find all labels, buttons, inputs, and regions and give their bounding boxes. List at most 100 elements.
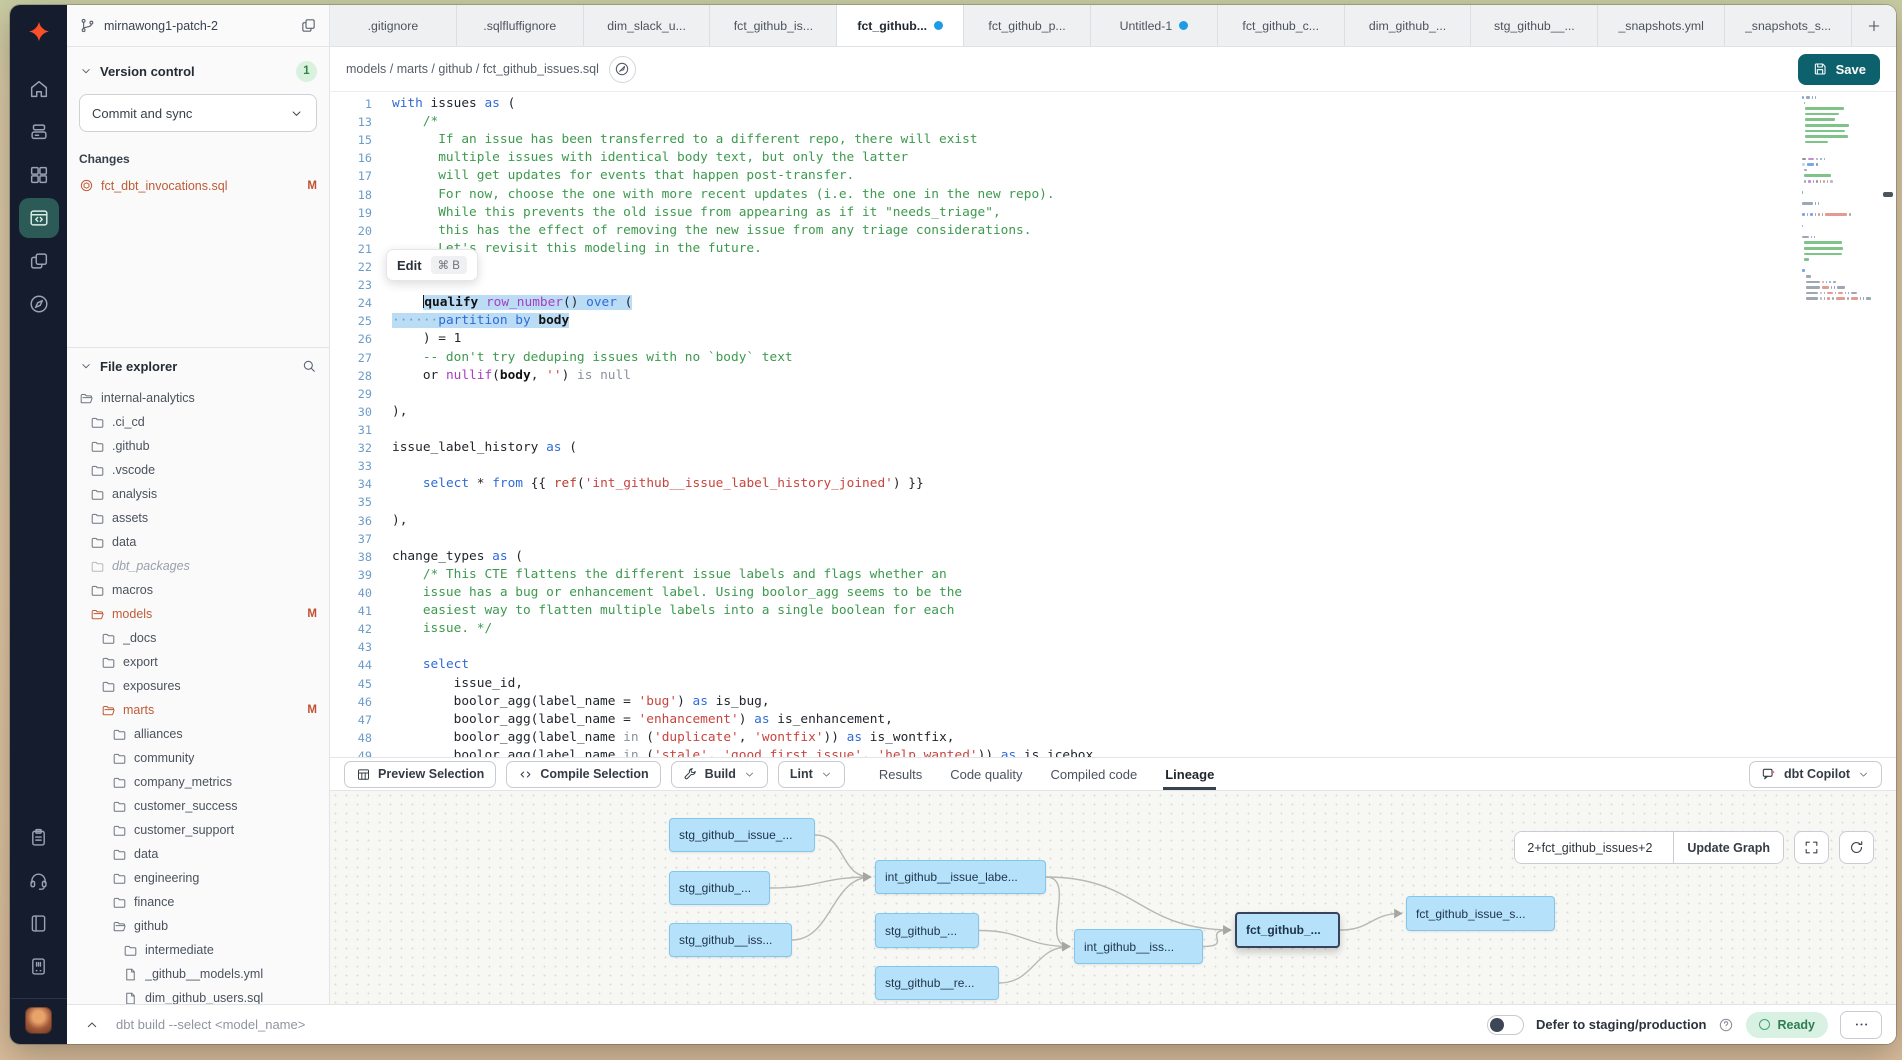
file-tree-item[interactable]: customer_success <box>67 794 329 818</box>
file-tree-item[interactable]: assets <box>67 506 329 530</box>
editor-tab[interactable]: fct_github... <box>837 5 964 46</box>
tab-label: dim_slack_u... <box>607 19 686 33</box>
user-avatar[interactable] <box>25 1007 52 1034</box>
lineage-panel: stg_github__issue_... stg_github_... stg_g… <box>330 791 1896 1004</box>
lineage-node[interactable]: stg_github_... <box>669 871 770 905</box>
file-tree-item[interactable]: company_metrics <box>67 770 329 794</box>
defer-toggle[interactable] <box>1487 1015 1524 1035</box>
command-input[interactable] <box>116 1017 1474 1032</box>
panel-tab-lineage[interactable]: Lineage <box>1165 758 1214 790</box>
copilot-badge-icon[interactable] <box>609 56 636 83</box>
rail-item-notes-clipboard[interactable] <box>19 817 59 857</box>
save-button[interactable]: Save <box>1798 54 1880 85</box>
file-tree-item[interactable]: alliances <box>67 722 329 746</box>
file-tree-item[interactable]: export <box>67 650 329 674</box>
editor-tab[interactable]: fct_github_p... <box>964 5 1091 46</box>
copy-icon[interactable] <box>300 17 317 34</box>
file-tree-item[interactable]: dim_github_users.sql <box>67 986 329 1004</box>
rail-item-support-headset[interactable] <box>19 860 59 900</box>
file-tree-item[interactable]: modelsM <box>67 602 329 626</box>
lineage-node[interactable]: int_github__issue_labe... <box>875 860 1046 894</box>
file-tree-item[interactable]: exposures <box>67 674 329 698</box>
file-tree-item[interactable]: customer_support <box>67 818 329 842</box>
commit-and-sync-button[interactable]: Commit and sync <box>79 94 317 132</box>
scrollbar-thumb[interactable] <box>1883 192 1893 197</box>
more-options-button[interactable] <box>1840 1011 1882 1039</box>
editor-tab[interactable]: fct_github_c... <box>1218 5 1345 46</box>
file-tree-item[interactable]: internal-analytics <box>67 386 329 410</box>
editor-tab[interactable]: dim_github_... <box>1345 5 1472 46</box>
editor-tab[interactable]: .sqlfluffignore <box>457 5 584 46</box>
code-editor[interactable]: 1with issues as (13 /*15 If an issue has… <box>330 92 1896 757</box>
editor-tab[interactable]: _snapshots.yml <box>1598 5 1725 46</box>
fullscreen-button[interactable] <box>1794 831 1829 864</box>
editor-tab[interactable]: stg_github__... <box>1471 5 1598 46</box>
file-tree-item[interactable]: engineering <box>67 866 329 890</box>
file-tree-item[interactable]: data <box>67 842 329 866</box>
dbt-copilot-button[interactable]: dbt Copilot <box>1749 761 1882 788</box>
preview-selection-button[interactable]: Preview Selection <box>344 761 496 788</box>
file-tree-item[interactable]: dbt_packages <box>67 554 329 578</box>
rail-item-deploy-windows[interactable] <box>19 241 59 281</box>
file-explorer-title: File explorer <box>100 359 294 374</box>
chevron-down-icon[interactable] <box>79 359 93 373</box>
help-icon[interactable] <box>1718 1017 1734 1033</box>
editor-tab[interactable]: Untitled-1 <box>1091 5 1218 46</box>
panel-tab-results[interactable]: Results <box>879 758 922 790</box>
lineage-node[interactable]: int_github__iss... <box>1074 929 1203 964</box>
line-number: 34 <box>330 475 392 493</box>
search-icon[interactable] <box>301 358 317 374</box>
file-tree-item[interactable]: .github <box>67 434 329 458</box>
lineage-node[interactable]: stg_github__issue_... <box>669 818 815 852</box>
lineage-node[interactable]: stg_github__iss... <box>669 923 792 957</box>
file-tree-item[interactable]: macros <box>67 578 329 602</box>
edit-tooltip[interactable]: Edit ⌘ B <box>386 249 478 281</box>
file-tree-item[interactable]: _docs <box>67 626 329 650</box>
file-tree-item[interactable]: _github__models.yml <box>67 962 329 986</box>
code-line: 1with issues as ( <box>330 95 1896 113</box>
file-tree-item[interactable]: .ci_cd <box>67 410 329 434</box>
code-line: 37 <box>330 530 1896 548</box>
lineage-node[interactable]: stg_github__re... <box>875 966 999 1000</box>
tab-label: stg_github__... <box>1494 19 1575 33</box>
file-tree-item[interactable]: .vscode <box>67 458 329 482</box>
file-tree-item[interactable]: intermediate <box>67 938 329 962</box>
new-tab-button[interactable] <box>1852 5 1896 46</box>
update-graph-button[interactable]: Update Graph <box>1673 832 1783 863</box>
save-icon <box>1812 61 1828 77</box>
lint-button[interactable]: Lint <box>778 761 845 788</box>
file-tree-item[interactable]: github <box>67 914 329 938</box>
compile-selection-button[interactable]: Compile Selection <box>506 761 660 788</box>
file-tree-item[interactable]: data <box>67 530 329 554</box>
rail-item-docs-book[interactable] <box>19 903 59 943</box>
rail-divider <box>11 998 67 999</box>
rail-item-home[interactable] <box>19 69 59 109</box>
file-tree-item[interactable]: finance <box>67 890 329 914</box>
rail-item-projects-grid[interactable] <box>19 155 59 195</box>
lineage-node[interactable]: stg_github_... <box>875 913 979 948</box>
rail-item-orchestration-compass[interactable] <box>19 284 59 324</box>
editor-tab[interactable]: .gitignore <box>330 5 457 46</box>
lineage-selector-input[interactable] <box>1515 832 1673 863</box>
minimap[interactable] <box>1802 96 1880 303</box>
wrench-icon <box>683 767 698 782</box>
editor-tab[interactable]: dim_slack_u... <box>584 5 711 46</box>
chevron-down-icon[interactable] <box>79 64 93 78</box>
editor-tab[interactable]: _snapshots_s... <box>1725 5 1852 46</box>
rail-item-ide[interactable] <box>19 198 59 238</box>
panel-tab-compiled-code[interactable]: Compiled code <box>1050 758 1137 790</box>
file-tree-item[interactable]: martsM <box>67 698 329 722</box>
changed-file-item[interactable]: fct_dbt_invocations.sql M <box>79 178 317 193</box>
lineage-node[interactable]: fct_github_issue_s... <box>1406 896 1555 931</box>
file-tree-item[interactable]: analysis <box>67 482 329 506</box>
rail-item-changelog-kiosk[interactable] <box>19 946 59 986</box>
rail-item-environments[interactable] <box>19 112 59 152</box>
file-tree-item[interactable]: community <box>67 746 329 770</box>
build-button[interactable]: Build <box>671 761 768 788</box>
file-name: finance <box>134 895 317 909</box>
panel-tab-code-quality[interactable]: Code quality <box>950 758 1022 790</box>
expand-command-bar-button[interactable] <box>81 1017 103 1033</box>
editor-tab[interactable]: fct_github_is... <box>710 5 837 46</box>
refresh-graph-button[interactable] <box>1839 831 1874 864</box>
lineage-node[interactable]: fct_github_... <box>1235 912 1340 948</box>
